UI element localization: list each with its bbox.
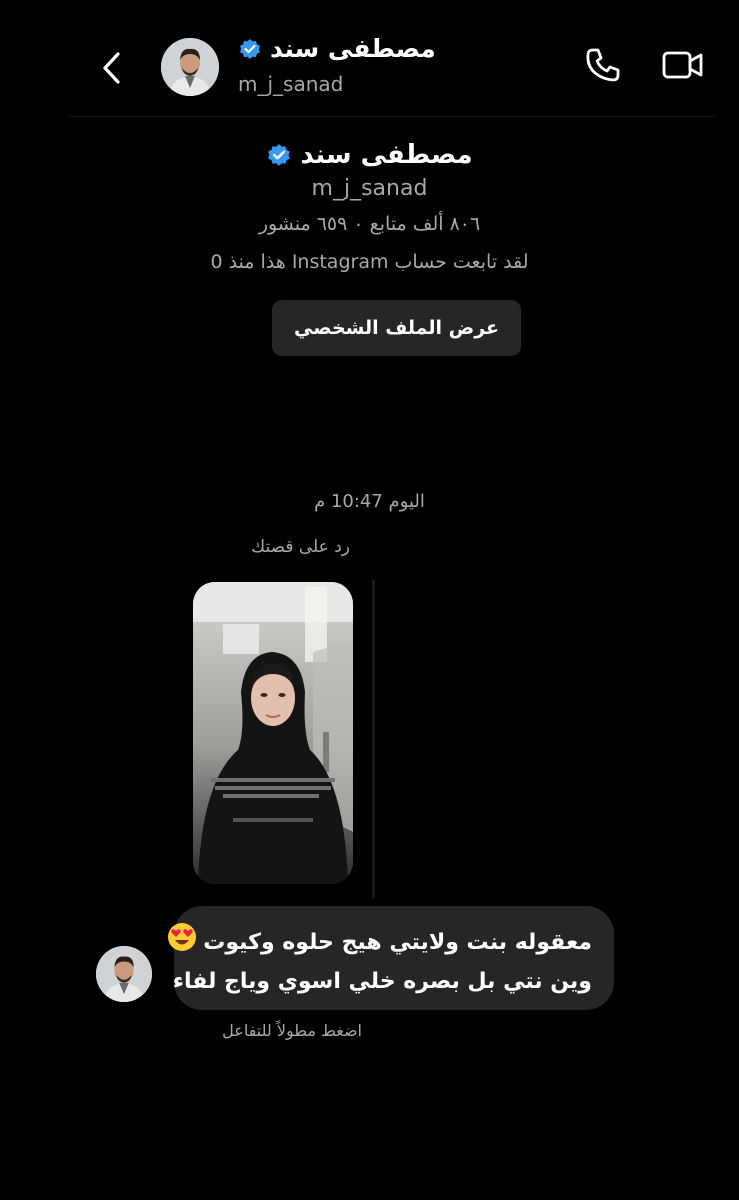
header-username: m_j_sanad: [238, 72, 344, 96]
phone-icon: [586, 48, 620, 82]
chevron-left-icon: [103, 52, 120, 84]
long-press-hint: اضغط مطولاً للتفاعل: [222, 1021, 362, 1040]
profile-name: مصطفى سند: [0, 140, 739, 170]
profile-stats: ٨٠٦ ألف متابع ٠ ٦٥٩ منشور: [258, 213, 481, 235]
sender-avatar[interactable]: [96, 946, 152, 1002]
message-line-2: وين نتي بل بصره خلي اسوي وياج لفاء: [172, 969, 592, 994]
message-timestamp: اليوم 10:47 م: [314, 491, 425, 512]
profile-name-text: مصطفى سند: [300, 140, 473, 170]
header-divider: [68, 116, 716, 117]
story-reply-label: رد على قصتك: [251, 537, 350, 557]
story-thumbnail[interactable]: [193, 582, 353, 884]
message-line-1-text: معقوله بنت ولايتي هيج حلوه وكيوت: [203, 930, 592, 955]
message-line-1: معقوله بنت ولايتي هيج حلوه وكيوت: [168, 922, 592, 964]
verified-badge-icon: [240, 38, 260, 59]
video-call-button[interactable]: [658, 42, 708, 88]
header-name-text: مصطفى سند: [270, 34, 436, 63]
heart-eyes-emoji-icon: [168, 923, 197, 951]
avatar[interactable]: [161, 38, 219, 96]
verified-badge-icon: [268, 144, 291, 166]
view-profile-button[interactable]: عرض الملف الشخصي: [272, 300, 521, 356]
header-name[interactable]: مصطفى سند: [238, 34, 436, 63]
video-camera-icon: [662, 51, 703, 79]
audio-call-button[interactable]: [580, 42, 626, 88]
follow-note: لقد تابعت حساب Instagram هذا منذ 0: [210, 251, 529, 273]
message-bubble[interactable]: معقوله بنت ولايتي هيج حلوه وكيوت وين نتي…: [168, 906, 614, 1010]
back-button[interactable]: [92, 46, 132, 90]
profile-username: m_j_sanad: [311, 176, 428, 201]
story-reply-bar: [372, 580, 375, 898]
